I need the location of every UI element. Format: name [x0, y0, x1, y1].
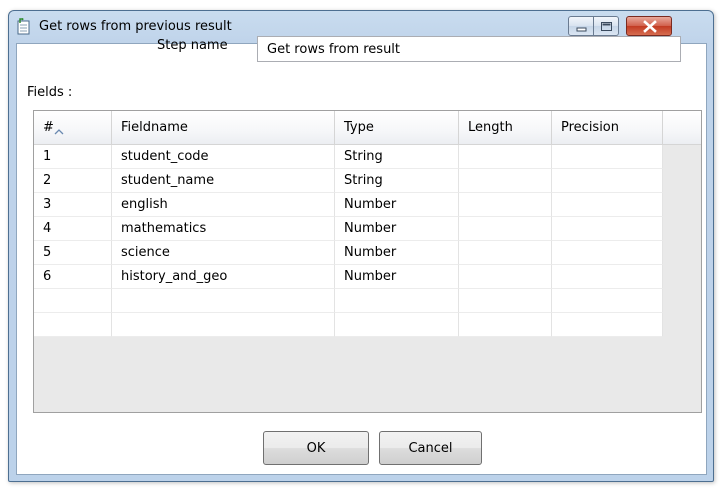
row-number-cell: 6 [34, 265, 112, 289]
row-number-cell: 5 [34, 241, 112, 265]
fields-table[interactable]: # Fieldname Type Length Precision 1 stud… [33, 110, 702, 413]
precision-cell[interactable] [552, 265, 663, 289]
precision-cell[interactable] [552, 169, 663, 193]
row-number-cell: 2 [34, 169, 112, 193]
row-number-cell [34, 313, 112, 337]
column-header-fieldname[interactable]: Fieldname [112, 111, 335, 144]
table-row[interactable]: 4 mathematics Number [34, 217, 701, 241]
fieldname-cell[interactable]: science [112, 241, 335, 265]
step-icon [17, 18, 31, 35]
fields-label: Fields : [27, 85, 73, 100]
row-number-cell [34, 289, 112, 313]
precision-cell[interactable] [552, 193, 663, 217]
column-header-type[interactable]: Type [335, 111, 459, 144]
fieldname-cell[interactable]: student_name [112, 169, 335, 193]
length-cell[interactable] [459, 217, 552, 241]
fieldname-cell[interactable]: english [112, 193, 335, 217]
precision-cell[interactable] [552, 289, 663, 313]
table-row[interactable]: 5 science Number [34, 241, 701, 265]
ok-button[interactable]: OK [263, 431, 369, 465]
type-cell[interactable] [335, 289, 459, 313]
minimize-button[interactable] [568, 16, 594, 36]
length-cell[interactable] [459, 145, 552, 169]
type-cell[interactable]: String [335, 145, 459, 169]
length-cell[interactable] [459, 289, 552, 313]
cancel-button[interactable]: Cancel [379, 431, 482, 465]
row-number-cell: 4 [34, 217, 112, 241]
close-icon [643, 20, 657, 33]
table-row[interactable]: 2 student_name String [34, 169, 701, 193]
fieldname-cell[interactable] [112, 289, 335, 313]
column-header-length[interactable]: Length [459, 111, 552, 144]
maximize-button[interactable] [594, 16, 619, 36]
column-header-filler [663, 111, 701, 144]
table-row[interactable]: 3 english Number [34, 193, 701, 217]
table-row[interactable]: 6 history_and_geo Number [34, 265, 701, 289]
precision-cell[interactable] [552, 313, 663, 337]
table-header: # Fieldname Type Length Precision [34, 111, 701, 145]
sort-ascending-icon [54, 115, 64, 148]
column-header-precision[interactable]: Precision [552, 111, 663, 144]
precision-cell[interactable] [552, 241, 663, 265]
maximize-icon [601, 22, 612, 31]
step-name-label: Step name [157, 38, 228, 53]
length-cell[interactable] [459, 265, 552, 289]
type-cell[interactable]: String [335, 169, 459, 193]
minimize-icon [576, 27, 587, 32]
fieldname-cell[interactable] [112, 313, 335, 337]
close-button[interactable] [626, 16, 672, 36]
type-cell[interactable]: Number [335, 241, 459, 265]
length-cell[interactable] [459, 169, 552, 193]
table-row[interactable] [34, 289, 701, 313]
table-row[interactable]: 1 student_code String [34, 145, 701, 169]
length-cell[interactable] [459, 241, 552, 265]
step-name-input[interactable] [257, 36, 681, 62]
length-cell[interactable] [459, 313, 552, 337]
type-cell[interactable]: Number [335, 217, 459, 241]
fieldname-cell[interactable]: mathematics [112, 217, 335, 241]
column-header-label: # [43, 120, 54, 135]
type-cell[interactable] [335, 313, 459, 337]
row-number-cell: 1 [34, 145, 112, 169]
table-row[interactable] [34, 313, 701, 337]
type-cell[interactable]: Number [335, 193, 459, 217]
row-number-cell: 3 [34, 193, 112, 217]
length-cell[interactable] [459, 193, 552, 217]
type-cell[interactable]: Number [335, 265, 459, 289]
window-title: Get rows from previous result [39, 19, 232, 34]
precision-cell[interactable] [552, 145, 663, 169]
column-header-number[interactable]: # [34, 111, 112, 144]
precision-cell[interactable] [552, 217, 663, 241]
fieldname-cell[interactable]: history_and_geo [112, 265, 335, 289]
fieldname-cell[interactable]: student_code [112, 145, 335, 169]
